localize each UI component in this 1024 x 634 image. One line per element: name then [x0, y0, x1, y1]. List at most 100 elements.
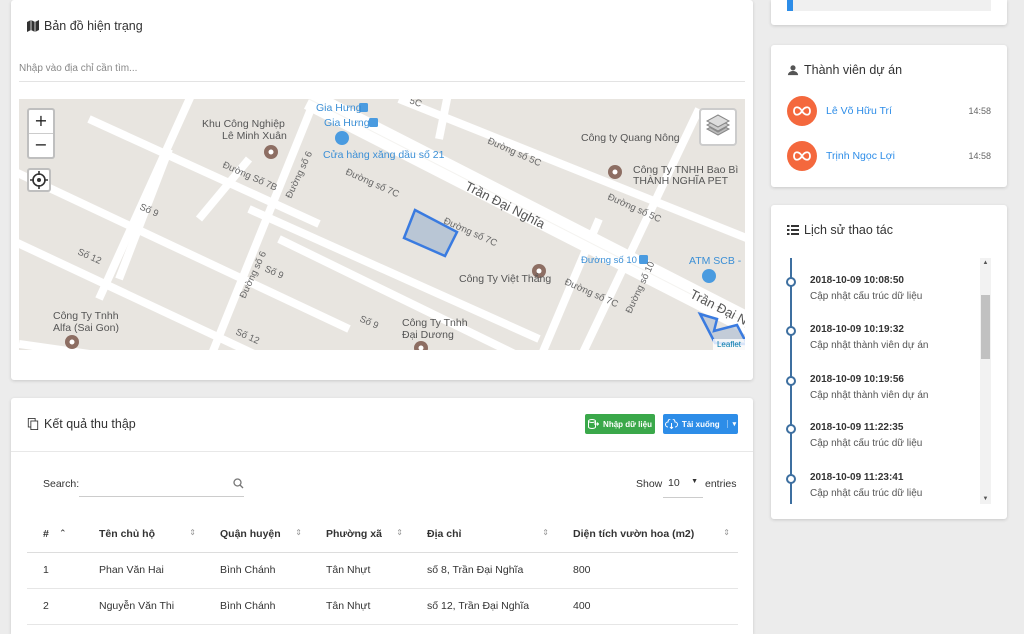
table-search-input[interactable] [79, 471, 244, 497]
map-label-so-9-b: Số 9 [263, 264, 285, 282]
map-label-duong-so-10: Đường số 10 [581, 255, 637, 266]
timeline-dot [786, 424, 796, 434]
history-scrollbar[interactable]: ▲ ▼ [980, 258, 991, 504]
sort-icon: ⇕ [396, 528, 403, 537]
event-time: 2018-10-09 10:19:32 [810, 324, 904, 335]
map-label-dai-duong-2: Đại Dương [402, 329, 454, 341]
map-tiles: Gia Hưng Gia Hưng Khu Công Nghiệp Lê Min… [19, 99, 745, 350]
event-description: Cập nhật cấu trúc dữ liệu [810, 488, 923, 499]
map-label-gas-station: Cửa hàng xăng dầu số 21 [323, 149, 445, 161]
entries-label: entries [705, 478, 737, 490]
scrollbar-thumb[interactable] [981, 295, 990, 359]
list-icon [787, 225, 799, 235]
event-time: 2018-10-09 10:08:50 [810, 275, 904, 286]
map-icon [27, 20, 39, 32]
map-label-viet-thang: Công Ty Việt Thắng [459, 272, 551, 285]
header-divider [11, 451, 753, 452]
member-name[interactable]: Lê Võ Hữu Trí [826, 105, 968, 117]
progress-bar [787, 0, 991, 11]
scroll-down-arrow-icon[interactable]: ▼ [981, 494, 990, 504]
sort-icon: ⇕ [189, 528, 196, 537]
cell-ward: Tân Nhựt [310, 552, 411, 589]
sort-icon: ⇕ [542, 528, 549, 537]
column-header-index[interactable]: # ⌃ [27, 516, 83, 553]
scroll-up-arrow-icon[interactable]: ▲ [981, 258, 990, 268]
import-button-label: Nhập dữ liệu [603, 419, 652, 429]
user-icon [787, 65, 799, 76]
members-card: Thành viên dự án Lê Võ Hữu Trí 14:58 Trị… [771, 45, 1007, 187]
cell-ward: Tân Nhựt [310, 588, 411, 625]
event-description: Cập nhật cấu trúc dữ liệu [810, 438, 923, 449]
map-view[interactable]: Gia Hưng Gia Hưng Khu Công Nghiệp Lê Min… [19, 99, 745, 350]
map-label-duong-7c: Đường số 7C [344, 167, 401, 200]
table-row[interactable]: 1 Phan Văn Hai Bình Chánh Tân Nhựt số 8,… [27, 552, 738, 589]
event-description: Cập nhật thành viên dự án [810, 390, 929, 401]
copy-icon [27, 418, 39, 430]
table-header-row: # ⌃ Tên chủ hộ ⇕ Quận huyện ⇕ Phường xã ⇕ Đị… [27, 516, 738, 553]
map-label-so-12: Số 12 [76, 247, 103, 267]
history-card-title: Lịch sử thao tác [787, 223, 893, 237]
caret-down-icon: ▼ [691, 478, 698, 485]
cell-garden-area: 800 [557, 552, 738, 589]
import-data-button[interactable]: Nhập dữ liệu [585, 414, 655, 434]
results-table: # ⌃ Tên chủ hộ ⇕ Quận huyện ⇕ Phường xã ⇕ Đị… [27, 516, 738, 625]
layers-icon [705, 114, 731, 136]
infinity-icon [793, 151, 811, 161]
member-item[interactable]: Lê Võ Hữu Trí 14:58 [787, 95, 991, 127]
database-import-icon [588, 419, 600, 429]
map-label-gia-hung-2: Gia Hưng [324, 117, 370, 129]
infinity-icon [793, 106, 811, 116]
entries-value: 10 [668, 477, 680, 489]
column-header-owner[interactable]: Tên chủ hộ ⇕ [83, 516, 204, 553]
history-timeline[interactable]: 2018-10-09 10:08:50 Cập nhật cấu trúc dữ … [783, 258, 991, 504]
map-label-dai-duong-1: Công Ty Tnhh [402, 317, 468, 329]
members-card-title: Thành viên dự án [787, 63, 902, 77]
map-card-title: Bản đồ hiện trạng [27, 19, 143, 33]
cell-owner: Nguyễn Văn Thi [83, 588, 204, 625]
event-time: 2018-10-09 11:22:35 [810, 422, 904, 433]
member-time: 14:58 [968, 151, 991, 161]
member-item[interactable]: Trịnh Ngọc Lợi 14:58 [787, 140, 991, 172]
table-row[interactable]: 2 Nguyễn Văn Thi Bình Chánh Tân Nhựt số … [27, 588, 738, 625]
leaflet-attribution-link[interactable]: Leaflet [712, 339, 745, 350]
chevron-down-icon: ▾ [726, 420, 736, 428]
avatar [787, 141, 817, 171]
history-card: Lịch sử thao tác 2018-10-09 10:08:50 Cập … [771, 205, 1007, 519]
cell-address: số 12, Trần Đại Nghĩa [411, 588, 557, 625]
cell-address: số 8, Trần Đại Nghĩa [411, 552, 557, 589]
map-title-text: Bản đồ hiện trạng [44, 19, 143, 33]
progress-bar-fill [787, 0, 794, 11]
zoom-in-button[interactable]: + [29, 110, 53, 133]
sort-icon: ⇕ [295, 528, 302, 537]
address-search-input[interactable] [19, 56, 745, 82]
column-header-district[interactable]: Quận huyện ⇕ [204, 516, 310, 553]
download-button[interactable]: Tải xuống ▾ [663, 414, 738, 434]
event-time: 2018-10-09 10:19:56 [810, 374, 904, 385]
crosshair-icon [30, 171, 48, 189]
entries-select[interactable]: 10 ▼ [663, 468, 703, 498]
map-label-kcn-1: Khu Công Nghiệp [202, 118, 285, 130]
map-label-kcn-2: Lê Minh Xuân [222, 130, 287, 142]
cell-garden-area: 400 [557, 588, 738, 625]
cell-index: 2 [27, 588, 83, 625]
map-label-so-9-c: Số 9 [358, 314, 380, 332]
results-card-title: Kết quả thu thập [27, 417, 136, 431]
cell-index: 1 [27, 552, 83, 589]
map-label-gia-hung: Gia Hưng [316, 102, 362, 114]
table-search-label: Search: [43, 478, 80, 490]
cell-district: Bình Chánh [204, 588, 310, 625]
sort-icon: ⇕ [723, 528, 730, 537]
map-label-quang-nong: Công ty Quang Nông [581, 132, 680, 144]
layers-button[interactable] [699, 108, 737, 146]
map-label-alfa-1: Công Ty Tnhh [53, 310, 119, 322]
column-header-ward[interactable]: Phường xã ⇕ [310, 516, 411, 553]
column-header-garden-area[interactable]: Diện tích vườn hoa (m2) ⇕ [557, 516, 738, 553]
locate-button[interactable] [27, 168, 51, 192]
results-title-text: Kết quả thu thập [44, 417, 136, 431]
history-title-text: Lịch sử thao tác [804, 223, 893, 237]
progress-card [771, 0, 1007, 25]
show-label: Show [636, 478, 663, 490]
zoom-out-button[interactable]: − [29, 133, 53, 156]
member-name[interactable]: Trịnh Ngọc Lợi [826, 150, 968, 162]
column-header-address[interactable]: Địa chỉ ⇕ [411, 516, 557, 553]
